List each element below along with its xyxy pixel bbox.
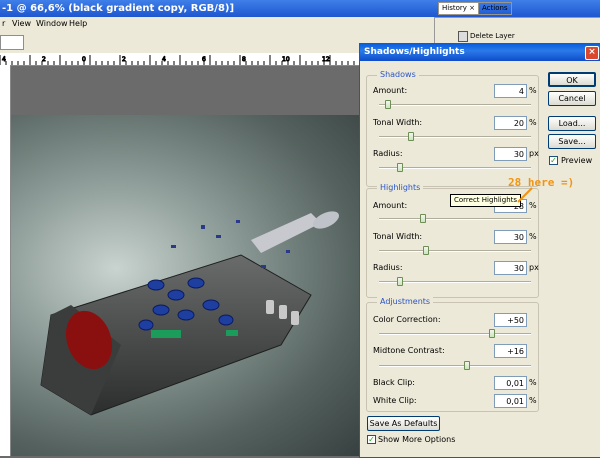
shadows-tonal-label: Tonal Width: [373, 118, 423, 127]
ruler-label: 12 [322, 56, 330, 63]
shadows-radius-unit: px [529, 149, 539, 158]
shadows-amount-slider[interactable] [379, 104, 531, 106]
highlights-tonal-input[interactable]: 30 [494, 230, 527, 244]
shadows-highlights-dialog: Shadows/Highlights × Shadows Amount: 4 %… [359, 43, 600, 458]
ruler-label: 8 [242, 56, 246, 63]
black-clip-unit: % [529, 378, 537, 387]
ok-button[interactable]: OK [548, 72, 596, 87]
highlights-radius-unit: px [529, 263, 539, 272]
midtone-contrast-input[interactable]: +16 [494, 344, 527, 358]
shadows-amount-input[interactable]: 4 [494, 84, 527, 98]
color-correction-slider[interactable] [379, 333, 531, 335]
tab-history[interactable]: History × [438, 2, 479, 15]
highlights-amount-thumb[interactable] [419, 214, 426, 223]
menu-item-window[interactable]: Window [36, 17, 68, 31]
color-correction-label: Color Correction: [373, 315, 441, 324]
save-as-defaults-button[interactable]: Save As Defaults [367, 416, 440, 431]
highlights-radius-label: Radius: [373, 263, 403, 272]
cancel-button[interactable]: Cancel [548, 91, 596, 106]
shadows-amount-thumb[interactable] [384, 100, 391, 109]
highlights-tonal-thumb[interactable] [422, 246, 429, 255]
tab-actions[interactable]: Actions [478, 2, 512, 15]
ruler-label: 10 [282, 56, 290, 63]
preview-label: Preview [561, 156, 593, 165]
history-item[interactable]: Delete Layer [470, 32, 515, 40]
highlights-legend: Highlights [377, 183, 424, 192]
highlights-radius-input[interactable]: 30 [494, 261, 527, 275]
ruler-label: 0 [82, 56, 86, 63]
preview-checkbox[interactable]: ✓ [549, 156, 558, 165]
adjustments-legend: Adjustments [377, 297, 434, 306]
ruler-left [0, 65, 11, 456]
shadows-amount-label: Amount: [373, 86, 408, 95]
menu-item-partial[interactable]: r [2, 17, 5, 31]
color-correction-thumb[interactable] [488, 329, 495, 338]
shadows-legend: Shadows [377, 70, 419, 79]
check-icon: ✓ [550, 156, 557, 165]
load-button[interactable]: Load... [548, 116, 596, 131]
highlights-amount-slider[interactable] [379, 218, 531, 220]
highlights-amount-label: Amount: [373, 201, 408, 210]
white-clip-unit: % [529, 396, 537, 405]
color-correction-input[interactable]: +50 [494, 313, 527, 327]
ruler-label: 6 [202, 56, 206, 63]
midtone-contrast-slider[interactable] [379, 365, 531, 367]
document-canvas[interactable] [11, 115, 361, 456]
ruler-label: 2 [122, 56, 126, 63]
show-more-options-label: Show More Options [378, 435, 456, 444]
shadows-tonal-thumb[interactable] [408, 132, 415, 141]
ruler-label: 2 [42, 56, 46, 63]
dialog-titlebar: Shadows/Highlights × [360, 44, 600, 61]
tool-preset-select[interactable] [0, 35, 24, 50]
adjustments-group: Adjustments Color Correction: +50 Midton… [366, 297, 539, 412]
midtone-contrast-label: Midtone Contrast: [373, 346, 445, 355]
highlights-tonal-slider[interactable] [379, 250, 531, 252]
highlights-radius-thumb[interactable] [396, 277, 403, 286]
highlights-tonal-unit: % [529, 232, 537, 241]
menu-item-help[interactable]: Help [69, 17, 87, 31]
black-clip-label: Black Clip: [373, 378, 415, 387]
window-title: -1 @ 66,6% (black gradient copy, RGB/8)] [2, 3, 235, 14]
black-clip-input[interactable]: 0,01 [494, 376, 527, 390]
shadows-group: Shadows Amount: 4 % Tonal Width: 20 % Ra… [366, 70, 539, 187]
white-clip-label: White Clip: [373, 396, 417, 405]
shadows-radius-input[interactable]: 30 [494, 147, 527, 161]
white-clip-input[interactable]: 0,01 [494, 394, 527, 408]
show-more-options-checkbox[interactable]: ✓ [367, 435, 376, 444]
shadows-amount-unit: % [529, 86, 537, 95]
shadows-tonal-unit: % [529, 118, 537, 127]
annotation-arrow-icon [517, 187, 533, 203]
check-icon: ✓ [368, 435, 375, 444]
shadows-radius-thumb[interactable] [396, 163, 403, 172]
highlights-tonal-label: Tonal Width: [373, 232, 423, 241]
shadows-tonal-input[interactable]: 20 [494, 116, 527, 130]
midtone-contrast-thumb[interactable] [463, 361, 470, 370]
ruler-label: 4 [162, 56, 166, 63]
shadows-radius-label: Radius: [373, 149, 403, 158]
close-icon[interactable]: × [585, 46, 599, 60]
ruler-label: 4 [2, 56, 6, 63]
artwork-remote-explosion [40, 211, 340, 416]
tooltip: Correct Highlights [450, 194, 522, 207]
menu-item-view[interactable]: View [12, 17, 31, 31]
save-button[interactable]: Save... [548, 134, 596, 149]
history-snapshot-icon [458, 31, 468, 42]
shadows-tonal-slider[interactable] [379, 136, 531, 138]
dialog-title: Shadows/Highlights [364, 47, 465, 57]
